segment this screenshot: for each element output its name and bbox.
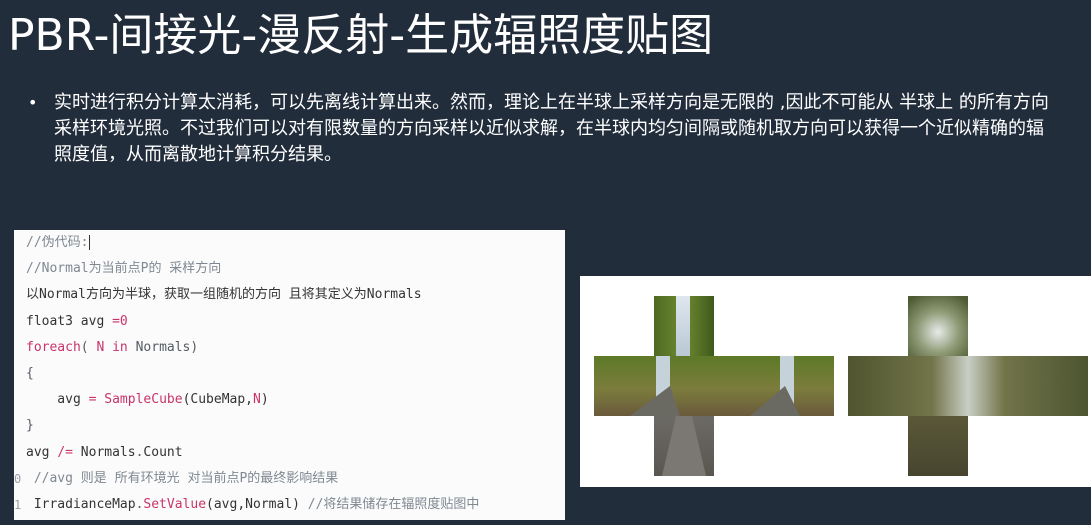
cubemap-comparison-figure	[594, 296, 1088, 476]
code-token: //Normal为当前点P的 采样方向	[26, 261, 222, 277]
code-token: SetValue	[143, 497, 207, 512]
cubemap-image-panel	[580, 276, 1091, 487]
code-token: IrradianceMap	[26, 497, 136, 512]
environment-cubemap-cross	[594, 296, 834, 476]
code-token: in	[104, 339, 128, 355]
slide-title: PBR-间接光-漫反射-生成辐照度贴图	[8, 10, 714, 61]
bullet-text: 实时进行积分计算太消耗，可以先离线计算出来。然而，理论上在半球上采样方向是无限的…	[54, 92, 1049, 165]
code-token: 0	[119, 313, 128, 329]
pseudocode-panel: //伪代码: //Normal为当前点P的 采样方向以Normal方向为半球，获取…	[14, 230, 565, 520]
code-token: //avg 则是 所有环境光 对当前点P的最终影响结果	[26, 470, 339, 486]
code-line: //伪代码:	[26, 232, 91, 254]
line-number: 0	[14, 471, 22, 486]
code-line: 0 //avg 则是 所有环境光 对当前点P的最终影响结果	[14, 468, 339, 490]
code-line: avg = SampleCube(CubeMap,N)	[26, 389, 269, 411]
code-token: }	[26, 418, 34, 434]
code-token: 以Normal方向为半球，获取一组随机的方向 且将其定义为Normals	[26, 287, 422, 303]
code-token: //将结果储存在辐照度贴图中	[307, 497, 480, 512]
text-cursor	[89, 235, 91, 250]
bullet-dot-icon: •	[28, 93, 38, 112]
code-line: {	[26, 363, 34, 385]
code-token: Normals)	[127, 339, 199, 355]
code-token: (CubeMap,	[182, 392, 254, 408]
code-token: /=	[57, 444, 73, 460]
code-token: foreach	[26, 339, 81, 355]
code-line: avg /= Normals.Count	[26, 442, 183, 464]
irradiance-map-cross	[848, 296, 1088, 476]
code-line: }	[26, 415, 34, 437]
code-token: (	[80, 339, 97, 355]
code-line: foreach( N in Normals)	[26, 337, 198, 359]
code-token: =	[112, 313, 120, 329]
code-line: float3 avg =0	[26, 311, 128, 333]
code-token: //伪代码:	[26, 235, 89, 250]
code-token: float3 avg	[26, 313, 113, 329]
code-token: Count	[143, 444, 183, 460]
code-token: SampleCube	[104, 392, 183, 408]
code-token: {	[26, 366, 34, 381]
code-token: (avg,Normal)	[206, 497, 308, 512]
code-token: avg	[26, 392, 89, 408]
code-token: )	[260, 392, 269, 408]
line-number: 1	[14, 498, 22, 512]
code-token: Normals	[72, 444, 136, 460]
code-token: N	[253, 392, 261, 408]
bullet-item: • 实时进行积分计算太消耗，可以先离线计算出来。然而，理论上在半球上采样方向是无…	[28, 90, 1058, 168]
code-token: avg	[26, 444, 58, 460]
code-line: 以Normal方向为半球，获取一组随机的方向 且将其定义为Normals	[26, 284, 422, 306]
code-line: 1 IrradianceMap.SetValue(avg,Normal) //将…	[14, 494, 480, 516]
code-line: //Normal为当前点P的 采样方向	[26, 258, 221, 280]
